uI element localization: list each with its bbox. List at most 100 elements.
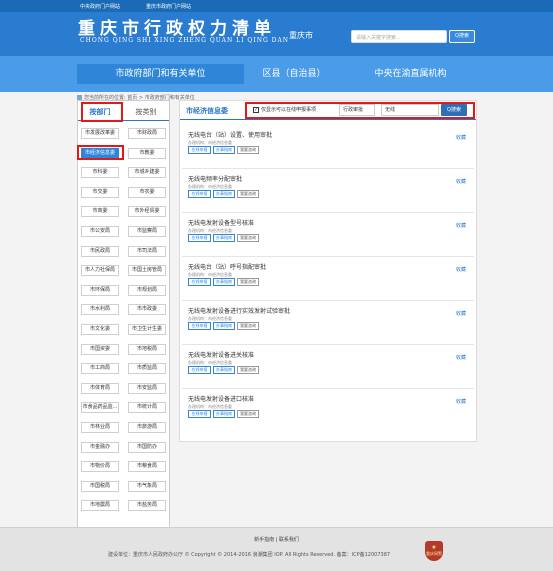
nav-city-departments[interactable]: 市政府部门和有关单位 — [77, 64, 244, 84]
department-item[interactable]: 市盐务局 — [128, 500, 166, 512]
department-item[interactable]: 市国土房管局 — [128, 265, 166, 277]
nav-districts[interactable]: 区县（自治县） — [244, 64, 344, 84]
department-item[interactable]: 市工商局 — [81, 363, 119, 375]
department-item[interactable]: 市公安局 — [81, 226, 119, 237]
highlight-box-tab — [81, 102, 123, 122]
department-item[interactable]: 市地税局 — [128, 343, 166, 355]
department-item[interactable]: 市安监局 — [128, 382, 166, 394]
item-divider — [182, 388, 474, 389]
department-item[interactable]: 市司法局 — [128, 245, 166, 257]
department-item[interactable]: 市人力社保局 — [81, 265, 119, 277]
guide-button[interactable]: 办事指南 — [213, 410, 235, 418]
department-item[interactable]: 市外经贸委 — [128, 206, 166, 218]
department-item[interactable]: 市城乡建委 — [128, 167, 166, 179]
site-logo[interactable]: 重庆市行政权力清单 — [78, 14, 276, 39]
city-label: 重庆市 — [289, 31, 313, 40]
highlight-box-filter — [245, 102, 475, 119]
site-footer — [0, 527, 553, 571]
cq-gov-link[interactable]: 重庆市政府门户网站 — [146, 3, 191, 10]
footer-links[interactable]: 新手指南 | 联系我们 — [0, 536, 553, 543]
item-title[interactable]: 无线电台（站）设置、使用审批 — [188, 130, 272, 139]
header-search-input[interactable]: 请输入关键字搜索... — [351, 30, 447, 43]
favorite-link[interactable]: 收藏 — [456, 134, 466, 141]
consult-button[interactable]: 我要咨询 — [237, 410, 259, 418]
department-item[interactable]: 市监察局 — [128, 226, 166, 237]
department-item[interactable]: 市粮食局 — [128, 461, 166, 473]
guide-button[interactable]: 办事指南 — [213, 234, 235, 242]
department-item[interactable]: 市气象局 — [128, 480, 166, 492]
badge-label: 重庆网警 — [426, 551, 442, 556]
department-item[interactable]: 市林业局 — [81, 422, 119, 433]
department-item[interactable]: 市规划局 — [128, 284, 166, 296]
item-title[interactable]: 无线电发射设备进口核准 — [188, 394, 254, 403]
site-logo-pinyin: CHONG QING SHI XING ZHENG QUAN LI QING D… — [80, 37, 290, 44]
department-item[interactable]: 市金融办 — [81, 441, 119, 453]
online-apply-button[interactable]: 在线申报 — [188, 322, 211, 330]
department-item[interactable]: 市教委 — [128, 147, 166, 159]
item-divider — [182, 256, 474, 257]
online-apply-button[interactable]: 在线申报 — [188, 410, 211, 418]
item-divider — [182, 168, 474, 169]
favorite-link[interactable]: 收藏 — [456, 178, 466, 185]
item-title[interactable]: 无线电台（站）呼号指配审批 — [188, 262, 266, 271]
department-item[interactable]: 市统计局 — [128, 402, 166, 414]
guide-button[interactable]: 办事指南 — [213, 322, 235, 330]
department-item[interactable]: 市文化委 — [81, 324, 119, 335]
item-title[interactable]: 无线电发射设备进关核准 — [188, 350, 254, 359]
police-badge[interactable]: ★ 重庆网警 — [425, 541, 443, 561]
consult-button[interactable]: 我要咨询 — [237, 190, 259, 198]
online-apply-button[interactable]: 在线申报 — [188, 366, 211, 374]
department-item[interactable]: 市质监局 — [128, 363, 166, 375]
item-title[interactable]: 无线电频率分配审批 — [188, 174, 242, 183]
favorite-link[interactable]: 收藏 — [456, 222, 466, 229]
department-item[interactable]: 市财政局 — [128, 128, 166, 139]
guide-button[interactable]: 办事指南 — [213, 366, 235, 374]
panel-title-underline — [180, 119, 476, 120]
department-item[interactable]: 市卫生计生委 — [128, 324, 166, 335]
top-bar: 中央政府门户网站 重庆市政府门户网站 — [0, 0, 553, 12]
department-item[interactable]: 市农委 — [128, 186, 166, 198]
department-item[interactable]: 市环保局 — [81, 284, 119, 296]
department-item[interactable]: 市物价局 — [81, 461, 119, 473]
panel-title: 市经济信息委 — [186, 107, 228, 115]
online-apply-button[interactable]: 在线申报 — [188, 146, 211, 154]
item-divider — [182, 300, 474, 301]
favorite-link[interactable]: 收藏 — [456, 398, 466, 405]
department-item[interactable]: 市国防办 — [128, 441, 166, 453]
department-item[interactable]: 市市政委 — [128, 304, 166, 316]
favorite-link[interactable]: 收藏 — [456, 266, 466, 273]
department-item[interactable]: 市体育局 — [81, 382, 119, 394]
department-item[interactable]: 市水利局 — [81, 304, 119, 316]
department-item[interactable]: 市商委 — [81, 206, 119, 218]
tab-by-category[interactable]: 按类别 — [128, 104, 164, 120]
consult-button[interactable]: 我要咨询 — [237, 278, 259, 286]
department-item[interactable]: 市食品药品监... — [81, 402, 119, 414]
department-item[interactable]: 市发展改革委 — [81, 128, 119, 139]
department-item[interactable]: 市科委 — [81, 167, 119, 179]
consult-button[interactable]: 我要咨询 — [237, 234, 259, 242]
department-item[interactable]: 市地震局 — [81, 500, 119, 512]
central-gov-link[interactable]: 中央政府门户网站 — [80, 3, 120, 10]
guide-button[interactable]: 办事指南 — [213, 278, 235, 286]
consult-button[interactable]: 我要咨询 — [237, 322, 259, 330]
header-search-button[interactable]: Q搜索 — [449, 30, 475, 43]
item-title[interactable]: 无线电发射设备型号核准 — [188, 218, 254, 227]
department-item[interactable]: 市旅游局 — [128, 422, 166, 433]
guide-button[interactable]: 办事指南 — [213, 146, 235, 154]
item-title[interactable]: 无线电发射设备进行实效发射试验审批 — [188, 306, 290, 315]
favorite-link[interactable]: 收藏 — [456, 354, 466, 361]
footer-copyright: 建设单位：重庆市人民政府办公厅 © Copyright © 2014-2016 … — [108, 552, 391, 558]
online-apply-button[interactable]: 在线申报 — [188, 234, 211, 242]
department-item[interactable]: 市民政局 — [81, 245, 119, 257]
consult-button[interactable]: 我要咨询 — [237, 146, 259, 154]
online-apply-button[interactable]: 在线申报 — [188, 278, 211, 286]
department-item[interactable]: 市国税局 — [81, 480, 119, 492]
consult-button[interactable]: 我要咨询 — [237, 366, 259, 374]
online-apply-button[interactable]: 在线申报 — [188, 190, 211, 198]
highlight-box-department — [77, 145, 124, 160]
department-item[interactable]: 市交委 — [81, 186, 119, 198]
guide-button[interactable]: 办事指南 — [213, 190, 235, 198]
department-item[interactable]: 市国资委 — [81, 343, 119, 355]
favorite-link[interactable]: 收藏 — [456, 310, 466, 317]
nav-central-agencies[interactable]: 中央在渝直属机构 — [344, 64, 477, 84]
